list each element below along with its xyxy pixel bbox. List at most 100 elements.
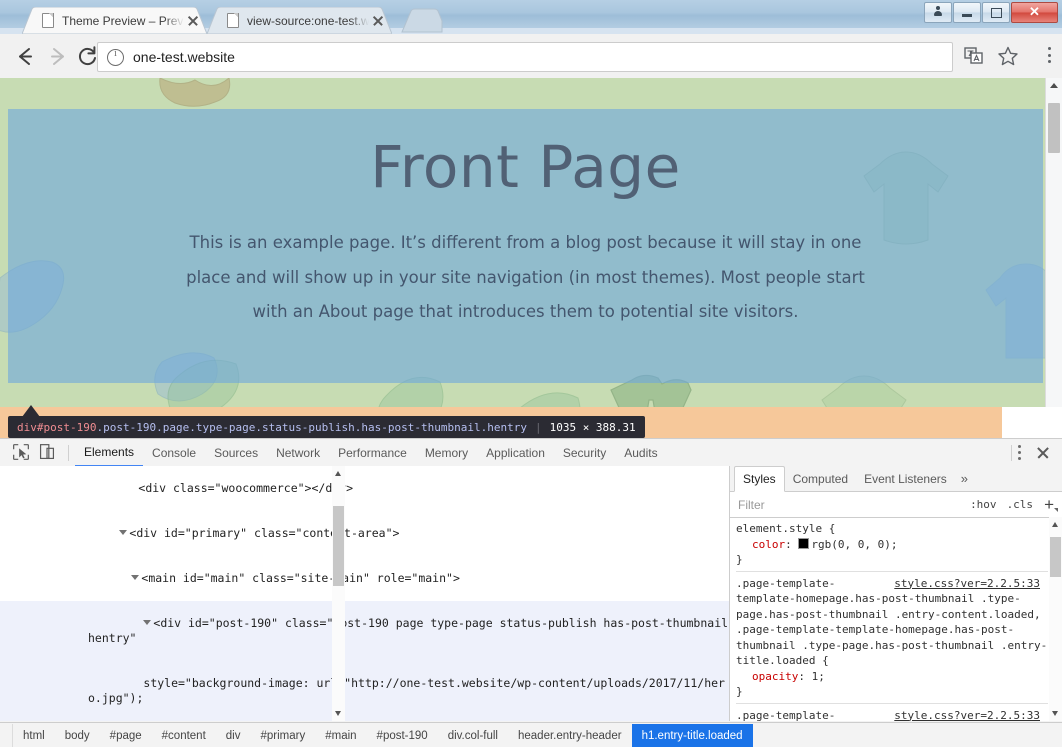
page-icon <box>42 13 55 28</box>
close-window-button[interactable]: ✕ <box>1011 2 1058 23</box>
property-name[interactable]: opacity <box>736 669 798 685</box>
dom-line-text: <div class="woocommerce"></div> <box>138 481 354 495</box>
stylesheet-source-link[interactable]: style.css?ver=2.2.5:33 <box>894 576 1040 592</box>
minimize-button[interactable] <box>953 2 981 23</box>
device-toolbar-button[interactable] <box>36 441 62 465</box>
expand-triangle-icon[interactable] <box>131 575 140 580</box>
style-rule[interactable]: style.css?ver=2.2.5:33 .page-template-te… <box>736 702 1048 722</box>
new-tab-button[interactable] <box>398 7 444 34</box>
address-bar[interactable]: one-test.website <box>97 42 953 72</box>
dom-line-attr[interactable]: style="background-image: url("http://one… <box>0 661 729 721</box>
color-swatch[interactable] <box>798 537 810 549</box>
rule-selector[interactable]: element.style { <box>736 521 1048 537</box>
browser-window: Theme Preview – Preview view-source:one-… <box>0 0 1062 747</box>
breadcrumb-item-entry-title[interactable]: h1.entry-title.loaded <box>631 723 753 747</box>
breadcrumb-item-html[interactable]: html <box>13 724 55 747</box>
property-name[interactable]: color <box>736 537 785 553</box>
dom-line[interactable]: <main id="main" class="site-main" role="… <box>0 556 729 601</box>
styles-tab-styles[interactable]: Styles <box>734 466 785 492</box>
maximize-button[interactable] <box>982 2 1010 23</box>
devtools-tab-performance[interactable]: Performance <box>329 440 416 466</box>
scroll-up-icon[interactable] <box>335 471 341 476</box>
back-button[interactable] <box>12 43 39 70</box>
scrollbar-thumb[interactable] <box>333 506 344 586</box>
breadcrumb-item-primary[interactable]: #primary <box>250 724 315 747</box>
browser-menu-button[interactable] <box>1048 47 1052 65</box>
browser-tab-2[interactable]: view-source:one-test.web <box>207 7 392 34</box>
scrollbar-thumb[interactable] <box>1048 103 1060 153</box>
close-icon[interactable] <box>184 12 202 30</box>
devtools-tab-network[interactable]: Network <box>267 440 329 466</box>
toolbar-divider <box>68 444 69 461</box>
dom-tree[interactable]: <div class="woocommerce"></div> <div id=… <box>0 466 730 721</box>
info-circle-icon[interactable] <box>107 48 124 66</box>
tooltip-dimensions: 1035 × 388.31 <box>549 420 636 434</box>
stylesheet-source-link[interactable]: style.css?ver=2.2.5:33 <box>894 708 1040 722</box>
styles-scrollbar[interactable] <box>1049 517 1062 721</box>
expand-triangle-icon[interactable] <box>143 620 152 625</box>
style-rule[interactable]: element.style { color: rgb(0, 0, 0); } <box>736 521 1048 568</box>
styles-filter-input[interactable]: Filter <box>738 498 960 512</box>
tooltip-tag: div#post-190 <box>17 420 97 434</box>
element-highlight-overlay: Front Page This is an example page. It’s… <box>8 109 1043 383</box>
rule-declaration[interactable]: opacity: 1; <box>736 669 1048 685</box>
breadcrumb-item-content[interactable]: #content <box>152 724 216 747</box>
force-state-button[interactable]: :hov <box>970 498 997 511</box>
close-icon[interactable] <box>369 12 387 30</box>
browser-tab-active[interactable]: Theme Preview – Preview <box>22 7 207 34</box>
breadcrumb-item-page[interactable]: #page <box>100 724 152 747</box>
breadcrumb-item-body[interactable]: body <box>55 724 100 747</box>
styles-rules-list[interactable]: element.style { color: rgb(0, 0, 0); } s… <box>730 517 1048 721</box>
devtools-more-icon <box>1018 444 1021 448</box>
scroll-down-icon[interactable] <box>335 711 341 716</box>
property-value[interactable]: rgb(0, 0, 0); <box>811 538 897 551</box>
expand-triangle-icon[interactable] <box>119 530 128 535</box>
scroll-up-icon[interactable] <box>1052 522 1058 527</box>
new-style-rule-button[interactable]: + <box>1044 496 1058 513</box>
style-rule[interactable]: style.css?ver=2.2.5:33 .page-template-te… <box>736 570 1048 700</box>
devtools-close-button[interactable] <box>1036 446 1050 460</box>
styles-tab-event-listeners[interactable]: Event Listeners <box>856 467 955 491</box>
devtools-tab-console[interactable]: Console <box>143 440 205 466</box>
dom-line-selected-ancestor[interactable]: <div id="post-190" class="post-190 page … <box>0 601 729 661</box>
scrollbar-thumb[interactable] <box>1050 537 1061 577</box>
breadcrumb-item-div[interactable]: div <box>216 724 251 747</box>
devtools-more-button[interactable] <box>1018 444 1022 461</box>
property-value[interactable]: 1; <box>812 670 825 683</box>
tab-title: view-source:one-test.web <box>247 13 369 28</box>
breadcrumb-item-col-full[interactable]: div.col-full <box>438 724 508 747</box>
page-icon <box>227 13 240 28</box>
breadcrumb-item-post-190[interactable]: #post-190 <box>367 724 438 747</box>
page-scrollbar[interactable] <box>1045 78 1062 416</box>
rule-declaration[interactable]: color: rgb(0, 0, 0); <box>736 537 1048 553</box>
url-text[interactable]: one-test.website <box>133 49 952 65</box>
devtools-tab-security[interactable]: Security <box>554 440 615 466</box>
rule-close-brace: } <box>736 553 743 566</box>
dom-line[interactable]: <div id="primary" class="content-area"> <box>0 511 729 556</box>
new-tab-shape <box>401 8 443 33</box>
bookmark-button[interactable] <box>997 45 1019 67</box>
devtools-tab-memory[interactable]: Memory <box>416 440 477 466</box>
devtools-tab-elements[interactable]: Elements <box>75 439 144 467</box>
page-paragraph: This is an example page. It’s different … <box>186 233 865 322</box>
styles-tab-computed[interactable]: Computed <box>785 467 856 491</box>
device-toolbar-icon <box>39 443 55 459</box>
inspect-element-button[interactable] <box>10 441 36 465</box>
translate-icon <box>964 47 983 64</box>
translate-button[interactable] <box>963 45 985 67</box>
devtools-tab-sources[interactable]: Sources <box>205 440 267 466</box>
window-controls: ✕ <box>923 2 1058 23</box>
scroll-up-icon[interactable] <box>1050 83 1058 88</box>
page-title: Front Page <box>370 133 681 201</box>
devtools-tab-application[interactable]: Application <box>477 440 554 466</box>
element-classes-button[interactable]: .cls <box>1007 498 1034 511</box>
dom-line[interactable]: <div class="woocommerce"></div> <box>0 466 729 511</box>
breadcrumb-item-main[interactable]: #main <box>315 724 366 747</box>
user-account-button[interactable] <box>924 2 952 23</box>
breadcrumb-item-entry-header[interactable]: header.entry-header <box>508 724 632 747</box>
toolbar-divider-2 <box>1011 444 1012 461</box>
dom-tree-scrollbar[interactable] <box>332 466 345 721</box>
devtools-tab-audits[interactable]: Audits <box>615 440 666 466</box>
scroll-down-icon[interactable] <box>1052 711 1058 716</box>
styles-overflow-button[interactable]: » <box>955 471 968 486</box>
